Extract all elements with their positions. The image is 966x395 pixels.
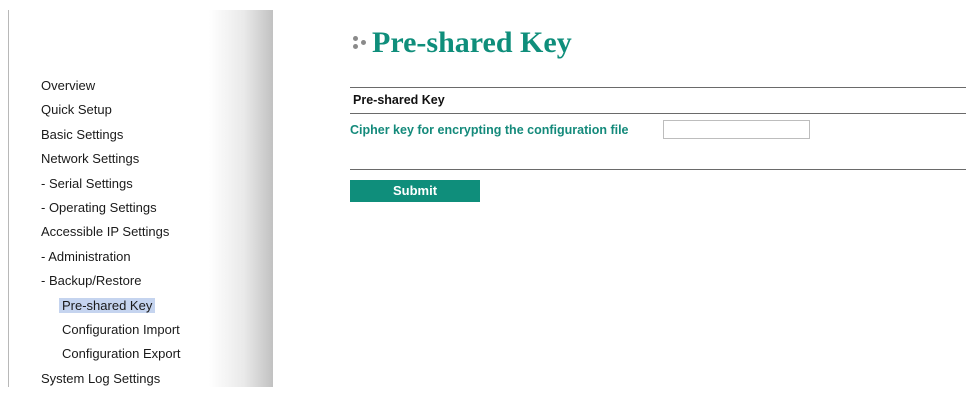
sidebar-shadow	[209, 10, 273, 387]
sidebar-item-pre-shared-key[interactable]: Pre-shared Key	[41, 297, 184, 322]
sidebar-item-label: Overview	[41, 78, 96, 93]
submit-button[interactable]: Submit	[350, 180, 480, 202]
form-divider	[350, 169, 966, 170]
cipher-key-label: Cipher key for encrypting the configurat…	[350, 123, 629, 137]
section-title: Pre-shared Key	[353, 93, 445, 107]
sidebar-item-accessible-ip-settings[interactable]: Accessible IP Settings	[41, 224, 184, 248]
sidebar-item-serial-settings[interactable]: - Serial Settings	[41, 176, 184, 200]
cipher-key-input[interactable]	[663, 120, 810, 139]
sidebar-item-quick-setup[interactable]: Quick Setup	[41, 102, 184, 126]
sidebar-item-network-settings[interactable]: Network Settings	[41, 151, 184, 175]
section-header-divider	[350, 113, 966, 114]
sidebar-item-overview[interactable]: Overview	[41, 78, 184, 102]
sidebar-item-backup-restore[interactable]: - Backup/Restore	[41, 273, 184, 297]
sidebar-item-administration[interactable]: - Administration	[41, 249, 184, 273]
sidebar-item-label: Quick Setup	[41, 102, 112, 118]
sidebar-item-label: Basic Settings	[41, 126, 124, 142]
sidebar: Overview Quick Setup Basic Settings Network…	[9, 0, 273, 387]
sidebar-item-label: Pre-shared Key	[59, 297, 156, 313]
sidebar-item-label: System Log Settings	[41, 370, 161, 386]
sidebar-item-label: - Backup/Restore	[41, 273, 142, 289]
sidebar-item-label: Configuration Import	[62, 321, 180, 337]
sidebar-item-label: - Serial Settings	[41, 175, 133, 191]
dots-icon	[350, 33, 370, 53]
sidebar-item-configuration-import[interactable]: Configuration Import	[41, 322, 184, 346]
sidebar-item-configuration-export[interactable]: Configuration Export	[41, 346, 184, 370]
sidebar-item-label: - Administration	[41, 248, 131, 264]
sidebar-item-label: Accessible IP Settings	[41, 224, 170, 240]
sidebar-item-system-log-settings[interactable]: System Log Settings	[41, 371, 184, 395]
sidebar-item-basic-settings[interactable]: Basic Settings	[41, 127, 184, 151]
sidebar-item-label: Configuration Export	[62, 346, 181, 362]
page-title: Pre-shared Key	[350, 26, 572, 60]
sidebar-nav: Overview Quick Setup Basic Settings Network…	[41, 78, 184, 395]
page-title-text: Pre-shared Key	[372, 26, 572, 59]
section-top-divider	[350, 87, 966, 88]
sidebar-item-label: - Operating Settings	[41, 199, 157, 215]
sidebar-item-label: Network Settings	[41, 151, 140, 167]
main-content: Pre-shared Key Pre-shared Key Cipher key…	[350, 0, 966, 387]
sidebar-item-operating-settings[interactable]: - Operating Settings	[41, 200, 184, 224]
